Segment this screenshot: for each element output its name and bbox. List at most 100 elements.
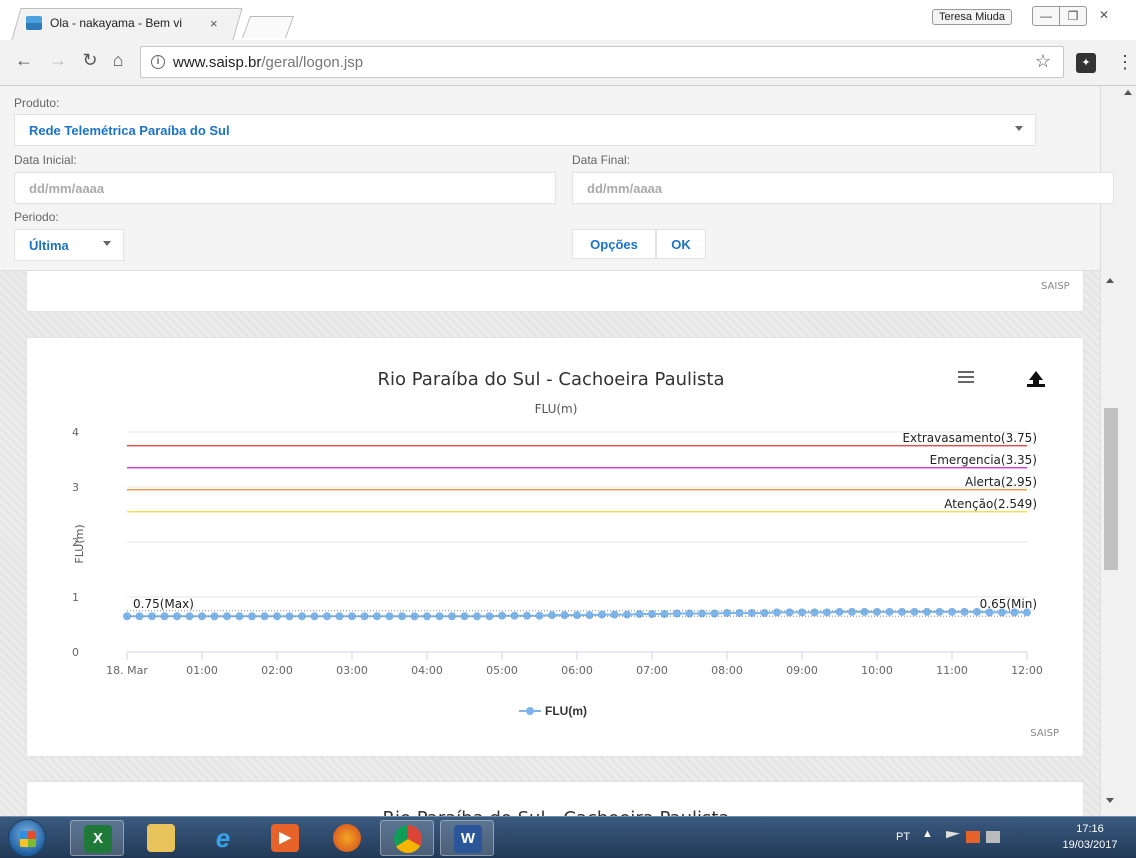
outer-scroll-up-icon[interactable] xyxy=(1124,90,1132,95)
browser-tab-content[interactable]: Ola - nakayama - Bem vi × xyxy=(26,12,236,34)
page-viewport: Produto: Rede Telemétrica Paraíba do Sul… xyxy=(0,86,1136,816)
scroll-down-icon[interactable] xyxy=(1106,798,1114,803)
periodo-select[interactable]: Última xyxy=(14,229,124,261)
data-point xyxy=(548,611,556,620)
tray-network-icon[interactable] xyxy=(986,831,1000,843)
x-tick-label: 10:00 xyxy=(861,664,893,677)
tray-flag-icon[interactable] xyxy=(946,831,960,839)
data-point xyxy=(760,608,769,617)
chevron-down-icon xyxy=(1015,126,1023,131)
excel-icon: X xyxy=(84,825,112,853)
data-point xyxy=(335,612,344,621)
info-icon[interactable]: i xyxy=(151,55,165,69)
bookmark-star-icon[interactable]: ☆ xyxy=(1035,51,1051,72)
clock-time[interactable]: 17:16 xyxy=(1060,823,1120,835)
x-tick-label: 03:00 xyxy=(336,664,368,677)
x-tick-label: 09:00 xyxy=(786,664,818,677)
new-tab-button[interactable] xyxy=(241,16,295,38)
profile-button[interactable]: Teresa Miuda xyxy=(932,9,1013,25)
data-point xyxy=(535,611,544,620)
minimize-button[interactable]: — xyxy=(1032,6,1060,26)
taskbar-firefox[interactable] xyxy=(320,820,374,856)
data-point xyxy=(473,612,481,621)
maximize-button[interactable]: ❐ xyxy=(1059,6,1087,26)
min-label: 0.65(Min) xyxy=(980,597,1037,611)
data-point xyxy=(848,607,856,616)
data-inicial-input[interactable]: dd/mm/aaaa xyxy=(14,172,556,204)
threshold-label: Atenção(2.549) xyxy=(944,497,1037,511)
x-tick-label: 01:00 xyxy=(186,664,218,677)
media-player-icon: ▶ xyxy=(271,824,299,852)
next-chart-title: Rio Paraíba do Sul - Cachoeira Paulista xyxy=(27,808,1083,816)
data-point xyxy=(398,612,406,621)
data-point xyxy=(685,609,694,618)
tray-app-icon[interactable] xyxy=(966,831,980,843)
periodo-label: Periodo: xyxy=(14,210,59,224)
taskbar-media[interactable]: ▶ xyxy=(258,820,312,856)
data-point xyxy=(860,607,869,616)
chart-card-next: Rio Paraíba do Sul - Cachoeira Paulista xyxy=(26,781,1084,816)
data-point xyxy=(698,609,706,618)
data-point xyxy=(785,608,794,617)
opcoes-button[interactable]: Opções xyxy=(572,229,656,259)
chart-legend[interactable]: FLU(m) xyxy=(519,704,587,718)
tab-title: Ola - nakayama - Bem vi xyxy=(50,16,183,30)
close-tab-icon[interactable]: × xyxy=(210,16,218,31)
data-point xyxy=(798,608,806,617)
taskbar-ie[interactable]: e xyxy=(196,820,250,856)
threshold-label: Alerta(2.95) xyxy=(965,475,1037,489)
series-flu xyxy=(123,607,1031,621)
data-final-input[interactable]: dd/mm/aaaa xyxy=(572,172,1114,204)
data-point xyxy=(323,612,331,621)
home-icon[interactable]: ⌂ xyxy=(108,50,128,71)
favicon-icon xyxy=(26,16,42,30)
scrollbar-thumb[interactable] xyxy=(1104,408,1118,570)
data-point xyxy=(873,607,881,616)
x-tick-label: 02:00 xyxy=(261,664,293,677)
data-point xyxy=(510,611,519,620)
folder-icon xyxy=(147,824,175,852)
data-point xyxy=(635,610,644,619)
tray-language[interactable]: PT xyxy=(896,831,910,843)
chart-credit[interactable]: SAISP xyxy=(1030,728,1059,739)
tray-expand-icon[interactable]: ▲ xyxy=(922,828,933,840)
threshold-label: Extravasamento(3.75) xyxy=(902,431,1037,445)
ok-button[interactable]: OK xyxy=(656,229,706,259)
data-point xyxy=(935,607,944,616)
y-tick-label: 4 xyxy=(72,426,79,439)
data-point xyxy=(610,610,619,619)
legend-marker xyxy=(526,707,534,715)
taskbar-explorer[interactable] xyxy=(134,820,188,856)
scroll-up-icon[interactable] xyxy=(1106,278,1114,283)
taskbar-chrome[interactable] xyxy=(380,820,434,856)
data-point xyxy=(235,612,244,621)
extension-icon[interactable]: ✦ xyxy=(1076,53,1096,73)
data-point xyxy=(598,610,606,619)
url-bar[interactable]: i www.saisp.br/geral/logon.jsp ☆ xyxy=(140,46,1064,78)
start-button[interactable] xyxy=(8,819,46,857)
reload-icon[interactable]: ↻ xyxy=(80,50,100,71)
legend-label: FLU(m) xyxy=(545,704,587,718)
close-window-button[interactable]: ✕ xyxy=(1090,6,1118,26)
data-point xyxy=(385,612,394,621)
internet-explorer-icon: e xyxy=(215,823,231,853)
produto-select[interactable]: Rede Telemétrica Paraíba do Sul xyxy=(14,114,1036,146)
data-point xyxy=(160,612,169,621)
back-arrow-icon[interactable]: ← xyxy=(14,50,34,71)
forward-arrow-icon[interactable]: → xyxy=(48,50,68,71)
taskbar-excel[interactable]: X xyxy=(70,820,124,856)
data-point xyxy=(960,607,969,616)
x-tick-label: 06:00 xyxy=(561,664,593,677)
chart-menu-icon[interactable] xyxy=(958,371,974,383)
threshold-lines: Extravasamento(3.75) Emergencia(3.35) Aler… xyxy=(127,431,1037,513)
periodo-value: Última xyxy=(29,237,69,253)
x-tick-label: 04:00 xyxy=(411,664,443,677)
browser-menu-icon[interactable]: ⋮ xyxy=(1116,52,1134,73)
chart-download-icon[interactable] xyxy=(1027,371,1045,387)
chart-subtitle: FLU(m) xyxy=(535,402,578,416)
y-tick-label: 2 xyxy=(72,536,79,549)
taskbar-word[interactable]: W xyxy=(440,820,494,856)
chart-credit[interactable]: SAISP xyxy=(1041,281,1070,292)
filter-form: Produto: Rede Telemétrica Paraíba do Sul… xyxy=(0,86,1114,271)
clock-date[interactable]: 19/03/2017 xyxy=(1054,839,1126,851)
